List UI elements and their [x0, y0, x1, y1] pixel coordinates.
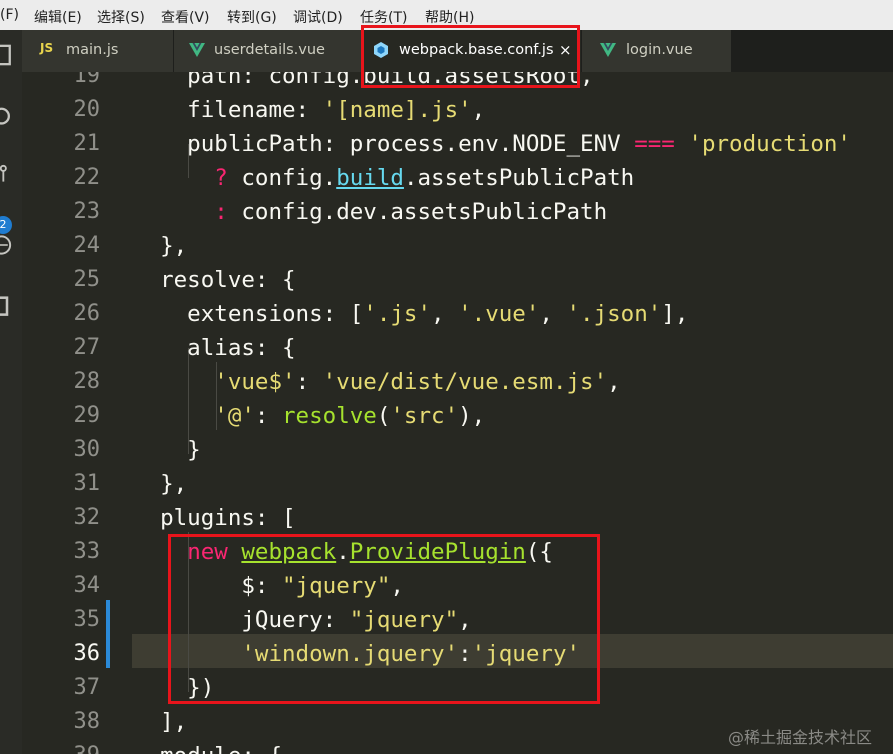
line-number: 23 — [73, 199, 101, 224]
tab-userdetails-vue[interactable]: userdetails.vue — [174, 30, 362, 72]
line-number: 20 — [73, 97, 101, 122]
code-line: 22 ? config.build.assetsPublicPath — [22, 161, 893, 195]
code-line: 21 publicPath: process.env.NODE_ENV === … — [22, 127, 893, 161]
code-text: } — [133, 437, 201, 463]
activity-bar: 2 — [0, 30, 22, 754]
line-number: 34 — [73, 573, 101, 598]
extensions-icon[interactable] — [0, 296, 14, 318]
tab-label: userdetails.vue — [214, 42, 325, 58]
explorer-icon[interactable] — [0, 44, 14, 66]
code-text: filename: '[name].js', — [133, 97, 486, 123]
line-number: 25 — [73, 267, 101, 292]
menu-help[interactable]: 帮助(H) — [425, 7, 474, 27]
code-highlight-box — [168, 534, 600, 704]
code-text: : config.dev.assetsPublicPath — [214, 199, 608, 225]
code-line: 24 }, — [22, 229, 893, 263]
code-line: 26 extensions: ['.js', '.vue', '.json'], — [22, 297, 893, 331]
line-number: 19 — [73, 72, 101, 88]
vue-icon — [189, 43, 205, 57]
js-icon: JS — [40, 41, 54, 55]
menu-tasks[interactable]: 任务(T) — [360, 7, 407, 27]
code-line: 31 }, — [22, 467, 893, 501]
menu-go[interactable]: 转到(G) — [227, 7, 277, 27]
vue-icon — [600, 43, 616, 57]
search-icon[interactable] — [0, 106, 14, 128]
line-number: 21 — [73, 131, 101, 156]
code-line: 20 filename: '[name].js', — [22, 93, 893, 127]
code-text: ? config.build.assetsPublicPath — [214, 165, 635, 191]
line-number: 37 — [73, 675, 101, 700]
menu-edit[interactable]: 编辑(E) — [34, 7, 82, 27]
code-text: ], — [133, 709, 188, 735]
code-text: publicPath: process.env.NODE_ENV === 'pr… — [133, 131, 851, 157]
tab-login-vue[interactable]: login.vue — [582, 30, 732, 72]
line-number: 28 — [73, 369, 101, 394]
tab-label: login.vue — [626, 42, 693, 58]
menu-debug[interactable]: 调试(D) — [293, 7, 343, 27]
line-number: 22 — [73, 165, 101, 190]
code-line: 27 alias: { — [22, 331, 893, 365]
code-text: '@': resolve('src'), — [214, 403, 486, 429]
watermark: @稀土掘金技术社区 — [728, 728, 873, 747]
code-text: extensions: ['.js', '.vue', '.json'], — [133, 301, 689, 327]
code-text: plugins: [ — [133, 505, 296, 531]
line-number: 24 — [73, 233, 101, 258]
line-number: 26 — [73, 301, 101, 326]
code-text: }, — [133, 233, 188, 259]
scm-badge: 2 — [0, 216, 12, 234]
menu-file[interactable]: (F) — [0, 7, 19, 23]
tab-highlight-box — [361, 25, 580, 88]
code-text: }, — [133, 471, 188, 497]
line-number: 33 — [73, 539, 101, 564]
code-text: module: { — [133, 739, 282, 754]
code-text: alias: { — [133, 335, 296, 361]
code-line: 25 resolve: { — [22, 263, 893, 297]
line-number: 27 — [73, 335, 101, 360]
line-number: 32 — [73, 505, 101, 530]
line-number: 39 — [58, 739, 101, 754]
line-number: 30 — [73, 437, 101, 462]
code-line: 32 plugins: [ — [22, 501, 893, 535]
debug-icon[interactable] — [0, 234, 14, 256]
menu-selection[interactable]: 选择(S) — [97, 7, 145, 27]
line-number: 36 — [73, 641, 101, 666]
tab-label: main.js — [66, 42, 119, 58]
source-control-icon[interactable] — [0, 164, 14, 186]
line-number: 31 — [73, 471, 101, 496]
code-line: 28 'vue$': 'vue/dist/vue.esm.js', — [22, 365, 893, 399]
menu-view[interactable]: 查看(V) — [161, 7, 210, 27]
line-number: 29 — [73, 403, 101, 428]
line-number: 35 — [73, 607, 101, 632]
code-text: 'vue$': 'vue/dist/vue.esm.js', — [214, 369, 621, 395]
code-line: 23 : config.dev.assetsPublicPath — [22, 195, 893, 229]
code-line: 30 } — [22, 433, 893, 467]
tab-main-js[interactable]: JS main.js — [22, 30, 174, 72]
code-line: 29 '@': resolve('src'), — [22, 399, 893, 433]
line-number: 38 — [73, 709, 101, 734]
code-text: resolve: { — [133, 267, 296, 293]
